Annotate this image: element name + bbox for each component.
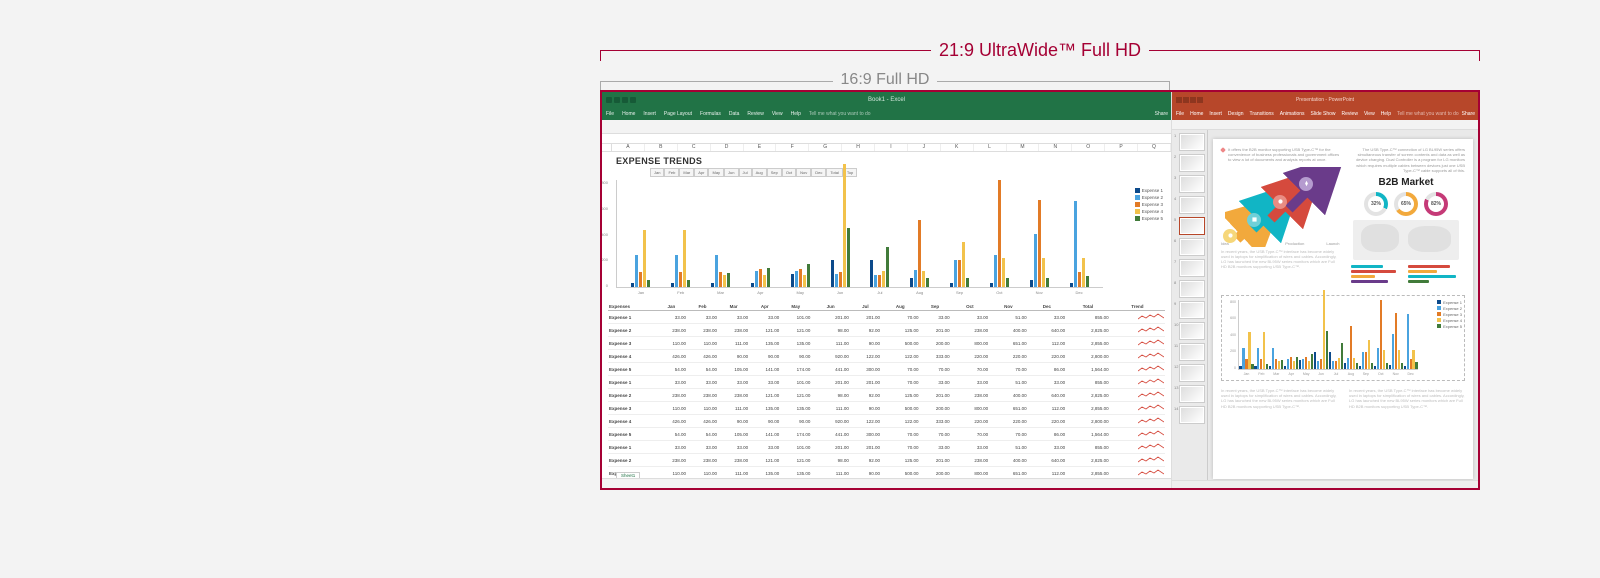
tab-review[interactable]: Review [1342, 111, 1358, 117]
monitor-frame: Book1 - Excel File Home Insert Page Layo… [600, 90, 1480, 490]
excel-ribbon-tabs[interactable]: File Home Insert Page Layout Formulas Da… [602, 108, 1171, 120]
slide-thumb[interactable]: 11 [1174, 343, 1205, 361]
ppt-titlebar[interactable]: Presentation - PowerPoint [1172, 92, 1478, 108]
ppt-ribbon-body[interactable] [1172, 120, 1478, 130]
chart-legend: Expense 1Expense 2Expense 3Expense 4Expe… [1135, 188, 1163, 223]
slide-thumb[interactable]: 8 [1174, 280, 1205, 298]
slide-thumb[interactable]: 6 [1174, 238, 1205, 256]
comparison-labels: 21:9 UltraWide™ Full HD 16:9 Full HD [600, 20, 1480, 89]
arrow-infographic [1225, 167, 1345, 247]
excel-statusbar[interactable] [602, 478, 1171, 488]
tab-insert[interactable]: Insert [1209, 111, 1222, 117]
tell-me[interactable]: Tell me what you want to do [809, 111, 871, 117]
tab-transitions[interactable]: Transitions [1250, 111, 1274, 117]
b2b-title: B2B Market [1347, 177, 1465, 188]
ultrawide-label: 21:9 UltraWide™ Full HD [600, 40, 1480, 61]
embedded-chart[interactable]: 8006004002000 JanFebMarAprMayJunJulAugSe… [1221, 295, 1465, 381]
tab-review[interactable]: Review [747, 111, 763, 117]
share-button[interactable]: Share [1462, 111, 1475, 117]
excel-window: Book1 - Excel File Home Insert Page Layo… [602, 92, 1172, 488]
current-slide[interactable]: It offers the B2B monitor supporting USB… [1213, 139, 1473, 479]
fhd-label: 16:9 Full HD [600, 71, 1170, 89]
excel-chart[interactable]: JanFebMarAprMayJunJulAugSepOctNovDecTota… [610, 168, 1163, 298]
lorem-block-1: In recent years, the USB Type-C™ interfa… [1221, 249, 1341, 270]
chart-bars: JanFebMarAprMayJunJulAugSepOctNovDec [617, 180, 1103, 287]
tab-view[interactable]: View [1364, 111, 1375, 117]
ppt-ribbon-tabs[interactable]: File Home Insert Design Transitions Anim… [1172, 108, 1478, 120]
tab-formulas[interactable]: Formulas [700, 111, 721, 117]
chart-month-tabs[interactable]: JanFebMarAprMayJunJulAugSepOctNovDecTota… [610, 168, 1163, 177]
tab-animations[interactable]: Animations [1280, 111, 1305, 117]
tab-file[interactable]: File [1176, 111, 1184, 117]
tab-home[interactable]: Home [1190, 111, 1203, 117]
lorem-block-2: In recent years, the USB Type-C™ interfa… [1221, 388, 1337, 409]
world-map [1353, 220, 1459, 260]
ec-bars: JanFebMarAprMayJunJulAugSepOctNovDec [1238, 300, 1418, 370]
tab-home[interactable]: Home [622, 111, 635, 117]
node-project [1247, 213, 1261, 227]
slide-thumb[interactable]: 2 [1174, 154, 1205, 172]
ppt-qat[interactable] [1176, 97, 1203, 103]
tell-me[interactable]: Tell me what you want to do [1397, 111, 1459, 117]
tab-design[interactable]: Design [1228, 111, 1244, 117]
excel-ribbon-body[interactable] [602, 120, 1171, 134]
ec-y-axis: 8006004002000 [1224, 300, 1236, 370]
slide-thumb[interactable]: 13 [1174, 385, 1205, 403]
excel-formula-bar[interactable] [602, 134, 1171, 144]
donut-2: 65% [1394, 192, 1418, 216]
excel-qat[interactable] [606, 97, 636, 103]
hbar-charts [1351, 263, 1461, 285]
slide-thumb[interactable]: 14 [1174, 406, 1205, 424]
slide-thumb[interactable]: 5 [1174, 217, 1205, 235]
slide-thumb[interactable]: 12 [1174, 364, 1205, 382]
slide-bullet-text: It offers the B2B monitor supporting USB… [1228, 147, 1341, 163]
excel-column-headers[interactable]: ABCDEFGHIJKLMNOPQ [602, 144, 1171, 152]
tab-view[interactable]: View [772, 111, 783, 117]
expense-table[interactable]: ExpensesJanFebMarAprMayJunJulAugSepOctNo… [608, 302, 1165, 488]
node-idea [1223, 229, 1237, 243]
slide-thumb[interactable]: 7 [1174, 259, 1205, 277]
slide-thumbnails[interactable]: 1234567891011121314 [1172, 130, 1208, 488]
donut-row: 32% 65% 82% [1347, 192, 1465, 216]
node-production [1273, 195, 1287, 209]
slide-bullet: It offers the B2B monitor supporting USB… [1221, 147, 1341, 163]
right-lorem: The USB Type-C™ connection of LG BL95W s… [1347, 147, 1465, 173]
sheet-title: EXPENSE TRENDS [602, 152, 1171, 168]
bullet-icon [1220, 147, 1226, 153]
excel-titlebar[interactable]: Book1 - Excel [602, 92, 1171, 108]
slide-thumb[interactable]: 10 [1174, 322, 1205, 340]
tab-insert[interactable]: Insert [643, 111, 656, 117]
tab-file[interactable]: File [606, 111, 614, 117]
slide-thumb[interactable]: 3 [1174, 175, 1205, 193]
slide-thumb[interactable]: 1 [1174, 133, 1205, 151]
ppt-statusbar[interactable] [1172, 480, 1478, 488]
tab-slideshow[interactable]: Slide Show [1311, 111, 1336, 117]
donut-1: 32% [1364, 192, 1388, 216]
fhd-text: 16:9 Full HD [833, 71, 938, 89]
node-launch [1299, 177, 1313, 191]
ppt-title: Presentation - PowerPoint [1296, 97, 1354, 103]
ultrawide-text: 21:9 UltraWide™ Full HD [931, 40, 1149, 61]
powerpoint-window: Presentation - PowerPoint File Home Inse… [1172, 92, 1478, 488]
tab-help[interactable]: Help [1381, 111, 1391, 117]
slide-thumb[interactable]: 9 [1174, 301, 1205, 319]
tab-data[interactable]: Data [729, 111, 740, 117]
lorem-block-3: In recent years, the USB Type-C™ interfa… [1349, 388, 1465, 409]
donut-3: 82% [1424, 192, 1448, 216]
excel-title: Book1 - Excel [868, 97, 905, 103]
ec-legend: Expense 1Expense 2Expense 3Expense 4Expe… [1437, 300, 1462, 330]
share-button[interactable]: Share [1155, 111, 1168, 117]
tab-page-layout[interactable]: Page Layout [664, 111, 692, 117]
chart-y-axis: 8006004002000 [602, 180, 608, 288]
tab-help[interactable]: Help [791, 111, 801, 117]
slide-thumb[interactable]: 4 [1174, 196, 1205, 214]
slide-editor[interactable]: It offers the B2B monitor supporting USB… [1208, 130, 1478, 488]
